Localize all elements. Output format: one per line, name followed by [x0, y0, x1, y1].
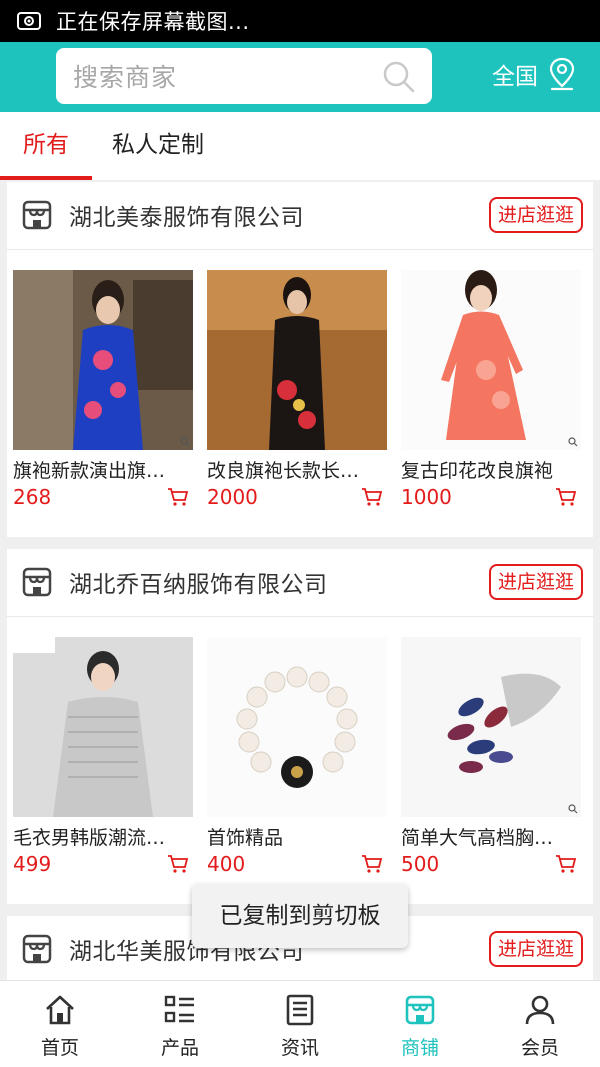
screenshot-icon: [17, 12, 41, 30]
shop-header[interactable]: 湖北乔百纳服饰有限公司 进店逛逛: [7, 549, 593, 617]
product-price: 499: [13, 852, 52, 876]
nav-news[interactable]: 资讯: [240, 981, 360, 1067]
tab-private-custom-label: 私人定制: [112, 132, 204, 158]
product-item[interactable]: 复古印花改良旗袍 1000: [401, 270, 581, 509]
product-item[interactable]: 首饰精品 400: [207, 637, 387, 876]
tab-private-custom[interactable]: 私人定制: [112, 112, 204, 180]
nav-home-label: 首页: [40, 1037, 79, 1059]
product-image[interactable]: [207, 270, 387, 450]
status-bar: 正在保存屏幕截图...: [0, 0, 600, 42]
cart-icon[interactable]: [167, 854, 189, 874]
product-image[interactable]: [207, 637, 387, 817]
product-image[interactable]: [401, 270, 581, 450]
nav-products-label: 产品: [160, 1037, 199, 1059]
product-price: 1000: [401, 485, 452, 509]
zoom-icon: [180, 437, 190, 447]
shop-card: 湖北美泰服饰有限公司 进店逛逛 旗袍新款演出旗… 268 改良旗袍长款长… 20…: [7, 182, 593, 537]
tab-active-indicator: [0, 176, 92, 180]
search-placeholder: 搜索商家: [73, 63, 178, 92]
zoom-icon: [568, 437, 578, 447]
product-title: 复古印花改良旗袍: [401, 460, 554, 482]
product-title: 简单大气高档胸…: [401, 827, 554, 849]
zoom-icon: [568, 804, 578, 814]
nav-stores-label: 商铺: [400, 1037, 439, 1059]
nav-home[interactable]: 首页: [0, 981, 120, 1067]
product-item[interactable]: 改良旗袍长款长… 2000: [207, 270, 387, 509]
search-input[interactable]: 搜索商家: [56, 48, 432, 104]
news-icon: [286, 994, 314, 1026]
product-title: 旗袍新款演出旗…: [13, 460, 166, 482]
product-item[interactable]: 简单大气高档胸… 500: [401, 637, 581, 876]
product-price: 400: [207, 852, 246, 876]
shop-card: 湖北乔百纳服饰有限公司 进店逛逛 毛衣男韩版潮流… 499 首饰精品 400 简…: [7, 549, 593, 904]
nav-stores[interactable]: 商铺: [360, 981, 480, 1067]
store-icon: [22, 200, 52, 230]
region-selector[interactable]: 全国: [492, 56, 578, 92]
nav-products[interactable]: 产品: [120, 981, 240, 1067]
nav-member-label: 会员: [520, 1037, 559, 1059]
product-image[interactable]: [13, 637, 193, 817]
product-price: 500: [401, 852, 440, 876]
category-tabs: 所有 私人定制: [0, 112, 600, 180]
shop-name: 湖北乔百纳服饰有限公司: [69, 572, 328, 598]
store-icon: [22, 934, 52, 964]
toast-message: 已复制到剪切板: [192, 884, 408, 948]
visit-shop-button[interactable]: 进店逛逛: [488, 931, 583, 967]
store-icon: [405, 995, 435, 1025]
home-icon: [46, 995, 74, 1025]
location-pin-icon: [549, 57, 575, 91]
shop-name: 湖北美泰服饰有限公司: [69, 205, 304, 231]
product-title: 改良旗袍长款长…: [207, 460, 360, 482]
cart-icon[interactable]: [167, 487, 189, 507]
visit-shop-button[interactable]: 进店逛逛: [488, 564, 583, 600]
cart-icon[interactable]: [361, 854, 383, 874]
product-image[interactable]: [13, 270, 193, 450]
cart-icon[interactable]: [555, 487, 577, 507]
product-price: 268: [13, 485, 52, 509]
cart-icon[interactable]: [555, 854, 577, 874]
tab-all-label: 所有: [23, 132, 69, 158]
product-price: 2000: [207, 485, 258, 509]
product-item[interactable]: 毛衣男韩版潮流… 499: [13, 637, 193, 876]
shop-header[interactable]: 湖北美泰服饰有限公司 进店逛逛: [7, 182, 593, 250]
tab-all[interactable]: 所有: [0, 112, 92, 180]
cart-icon[interactable]: [361, 487, 383, 507]
product-item[interactable]: 旗袍新款演出旗… 268: [13, 270, 193, 509]
region-label: 全国: [492, 64, 538, 90]
product-title: 首饰精品: [207, 827, 284, 849]
grid-list-icon: [164, 995, 194, 1023]
user-icon: [525, 995, 555, 1025]
product-image[interactable]: [401, 637, 581, 817]
nav-news-label: 资讯: [280, 1037, 319, 1059]
bottom-nav: 首页 产品 资讯 商铺 会员: [0, 980, 600, 1067]
search-icon[interactable]: [382, 60, 416, 94]
store-icon: [22, 567, 52, 597]
nav-member[interactable]: 会员: [480, 981, 600, 1067]
visit-shop-button[interactable]: 进店逛逛: [488, 197, 583, 233]
top-bar: 搜索商家 全国: [0, 42, 600, 112]
status-text: 正在保存屏幕截图...: [56, 10, 250, 34]
product-title: 毛衣男韩版潮流…: [13, 827, 166, 849]
